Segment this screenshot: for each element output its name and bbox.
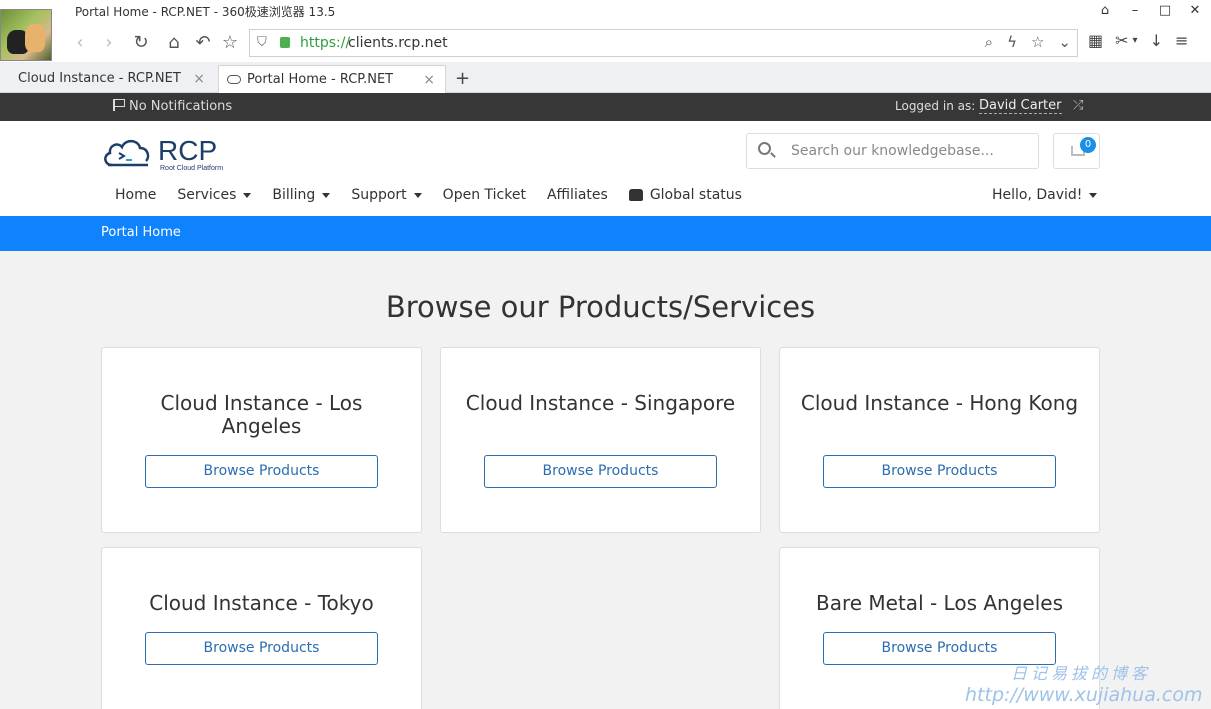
logo-wordmark: RCP: [158, 135, 217, 166]
product-card-title: Cloud Instance - Los Angeles: [160, 391, 363, 438]
menu-item-affiliates[interactable]: Affiliates: [547, 187, 608, 203]
back-icon[interactable]: ‹: [68, 31, 92, 55]
search-input[interactable]: [791, 141, 1026, 161]
hello-label: Hello, David!: [992, 187, 1083, 203]
tab-close-icon[interactable]: ×: [423, 66, 435, 94]
browse-products-button[interactable]: Browse Products: [484, 455, 717, 488]
maximize-icon[interactable]: □: [1157, 3, 1173, 18]
account-menu[interactable]: Hello, David!: [992, 187, 1098, 203]
browse-products-button[interactable]: Browse Products: [145, 455, 378, 488]
forward-icon[interactable]: ›: [97, 31, 121, 55]
scissors-dropdown-icon[interactable]: ▾: [1133, 35, 1138, 50]
menu-icon[interactable]: ≡: [1175, 31, 1188, 50]
cloud-favicon-icon: [227, 75, 241, 84]
product-card-cloud-tokyo: Cloud Instance - Tokyo Browse Products: [101, 547, 422, 709]
apps-grid-icon[interactable]: ▦: [1088, 31, 1103, 50]
main-menu: Home Services Billing Support Open Ticke…: [105, 187, 763, 203]
bookmark-star-icon[interactable]: ☆: [218, 31, 242, 55]
home-icon[interactable]: ⌂: [162, 31, 186, 55]
browser-avatar[interactable]: [0, 9, 52, 61]
caret-down-icon: [413, 192, 422, 198]
menu-label: Global status: [649, 187, 742, 203]
shuffle-icon[interactable]: ⤮: [1073, 98, 1083, 113]
shield-icon[interactable]: ⛉: [257, 35, 267, 50]
cloud-logo-icon: RCP Root Cloud Platform: [104, 135, 223, 172]
url-scheme[interactable]: https://: [300, 35, 350, 51]
menu-label: Services: [177, 187, 237, 203]
tab-portal-home[interactable]: Portal Home - RCP.NET ×: [218, 65, 446, 93]
tab-strip: Cloud Instance - RCP.NET × Portal Home -…: [0, 62, 1211, 93]
favorite-star-icon[interactable]: ☆: [1031, 33, 1044, 51]
breadcrumb: Portal Home: [0, 216, 1211, 251]
new-tab-button[interactable]: +: [455, 65, 470, 93]
product-card-title: Bare Metal - Los Angeles: [815, 591, 1063, 615]
menu-item-global-status[interactable]: Global status: [628, 187, 742, 203]
url-host[interactable]: clients.rcp.net: [348, 35, 448, 51]
tab-label: Portal Home - RCP.NET: [247, 72, 394, 87]
menu-item-billing[interactable]: Billing: [272, 187, 331, 203]
close-window-icon[interactable]: ✕: [1187, 3, 1203, 18]
search-icon: [758, 142, 771, 155]
logged-in-label: Logged in as:: [895, 99, 976, 113]
search-zoom-icon[interactable]: ⌕: [985, 33, 993, 51]
undo-close-icon[interactable]: ↶: [191, 31, 215, 55]
user-name-link[interactable]: David Carter: [979, 98, 1062, 114]
tab-cloud-instance[interactable]: Cloud Instance - RCP.NET ×: [0, 65, 215, 93]
page-title: Browse our Products/Services: [385, 290, 816, 324]
logo-subtext: Root Cloud Platform: [160, 165, 223, 172]
download-icon[interactable]: ↓: [1150, 31, 1163, 50]
breadcrumb-current: Portal Home: [101, 225, 181, 240]
window-controls: ⌂ – □ ✕: [1097, 3, 1203, 18]
notifications-label: No Notifications: [129, 99, 233, 114]
caret-down-icon: [322, 192, 331, 198]
lightning-icon[interactable]: ϟ: [1007, 33, 1017, 51]
browse-products-button[interactable]: Browse Products: [823, 455, 1056, 488]
tab-label: Cloud Instance - RCP.NET: [18, 71, 181, 86]
window-title: Portal Home - RCP.NET - 360极速浏览器 13.5: [75, 5, 336, 19]
product-card-cloud-los-angeles: Cloud Instance - Los Angeles Browse Prod…: [101, 347, 422, 533]
site-header: RCP Root Cloud Platform 0 Home Services …: [0, 121, 1211, 216]
site-top-bar: No Notifications Logged in as: David Car…: [0, 93, 1211, 121]
dropdown-chevron-icon[interactable]: ⌄: [1058, 33, 1071, 51]
menu-item-support[interactable]: Support: [351, 187, 422, 203]
watermark-title: 日记易拔的博客: [1011, 664, 1152, 683]
watermark-url: http://www.xujiahua.com: [965, 684, 1203, 706]
browser-title-bar: Portal Home - RCP.NET - 360极速浏览器 13.5 ⌂ …: [0, 0, 1211, 25]
product-card-cloud-singapore: Cloud Instance - Singapore Browse Produc…: [440, 347, 761, 533]
menu-label: Affiliates: [546, 187, 608, 203]
tab-close-icon[interactable]: ×: [193, 65, 205, 93]
knowledgebase-search[interactable]: [746, 133, 1039, 169]
address-bar[interactable]: ⛉ https:// clients.rcp.net ⌕ ϟ ☆ ⌄: [249, 29, 1078, 57]
product-card-title: Cloud Instance - Hong Kong: [800, 391, 1079, 415]
menu-label: Open Ticket: [442, 187, 526, 203]
product-card-cloud-hong-kong: Cloud Instance - Hong Kong Browse Produc…: [779, 347, 1100, 533]
reload-icon[interactable]: ↻: [129, 31, 153, 55]
browse-products-button[interactable]: Browse Products: [145, 632, 378, 665]
caret-down-icon: [243, 192, 252, 198]
menu-label: Home: [115, 187, 157, 203]
avatar-cat-orange: [25, 24, 45, 52]
scissors-icon[interactable]: ✂: [1115, 31, 1128, 50]
minimize-icon[interactable]: –: [1127, 3, 1143, 18]
notifications-link[interactable]: No Notifications: [113, 99, 232, 114]
skin-icon[interactable]: ⌂: [1097, 3, 1113, 18]
lock-icon[interactable]: [280, 37, 290, 48]
envelope-open-icon: [628, 189, 643, 201]
flag-icon: [113, 99, 125, 111]
menu-item-open-ticket[interactable]: Open Ticket: [443, 187, 526, 203]
cart-count-badge: 0: [1080, 137, 1096, 153]
caret-down-icon: [1089, 192, 1098, 198]
product-card-title: Cloud Instance - Singapore: [465, 391, 736, 415]
menu-item-services[interactable]: Services: [177, 187, 252, 203]
menu-item-home[interactable]: Home: [115, 187, 156, 203]
product-card-title: Cloud Instance - Tokyo: [149, 591, 374, 615]
cart-button[interactable]: 0: [1053, 133, 1100, 169]
site-logo[interactable]: RCP Root Cloud Platform: [102, 133, 242, 173]
menu-label: Billing: [272, 187, 316, 203]
menu-label: Support: [351, 187, 407, 203]
address-bar-icons: ⌕ ϟ ☆ ⌄: [985, 33, 1071, 51]
browser-toolbar: ‹ › ↻ ⌂ ↶ ☆ ⛉ https:// clients.rcp.net ⌕…: [0, 25, 1211, 62]
toolbar-right: ▦ ✂ ▾ ↓ ≡: [1088, 31, 1188, 50]
